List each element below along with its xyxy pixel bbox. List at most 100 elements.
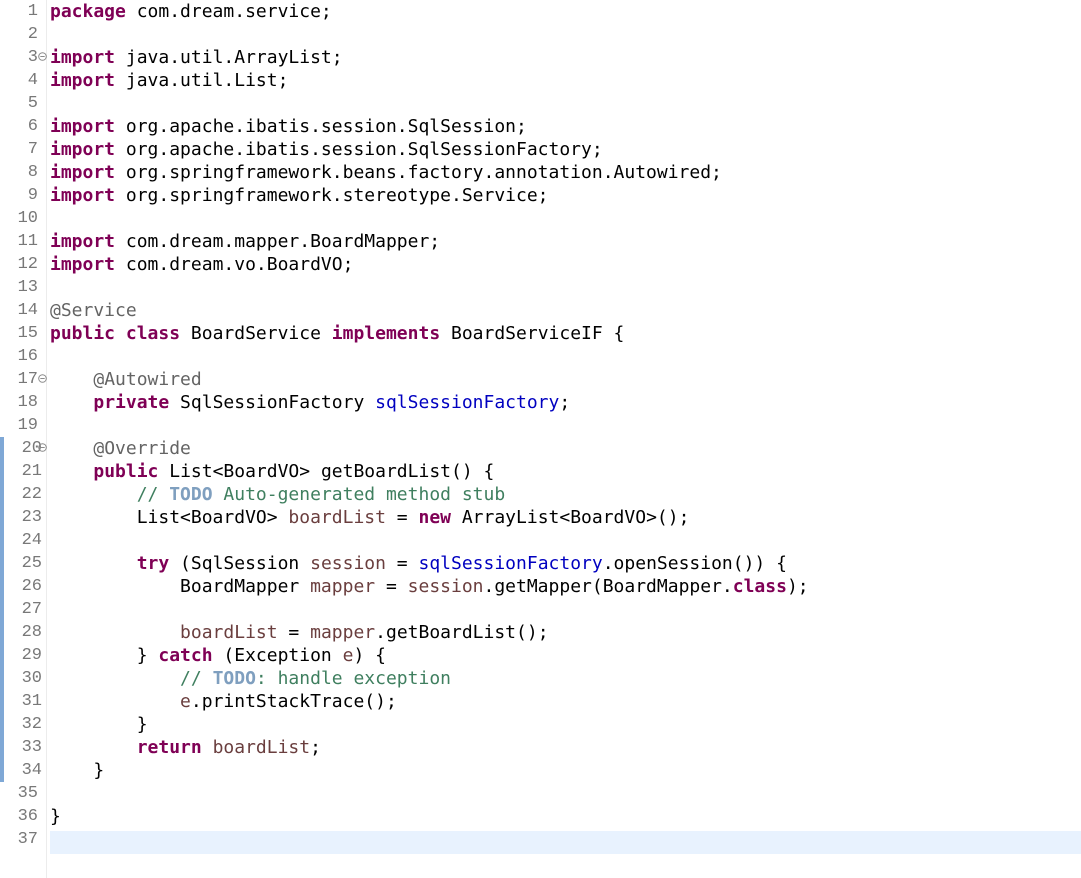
code-token: List<BoardVO>	[50, 507, 289, 528]
code-token: BoardMapper	[50, 576, 311, 597]
code-token: //	[180, 668, 213, 689]
code-token: import	[50, 162, 116, 183]
code-token: class	[732, 576, 787, 597]
code-line[interactable]: }	[50, 805, 1081, 828]
code-line[interactable]: return boardList;	[50, 736, 1081, 759]
code-line[interactable]	[50, 23, 1081, 46]
code-token: java.util.ArrayList;	[115, 47, 343, 68]
code-token: return	[136, 737, 202, 758]
code-line[interactable]: import org.apache.ibatis.session.SqlSess…	[50, 115, 1081, 138]
code-line[interactable]	[50, 207, 1081, 230]
line-number: 23	[0, 506, 42, 529]
code-text-area[interactable]: package com.dream.service; import java.ut…	[50, 0, 1081, 878]
code-line[interactable]	[50, 529, 1081, 552]
line-number: 28	[0, 621, 42, 644]
code-line[interactable]	[50, 782, 1081, 805]
code-line[interactable]: BoardMapper mapper = session.getMapper(B…	[50, 575, 1081, 598]
code-line[interactable]: import org.springframework.beans.factory…	[50, 161, 1081, 184]
code-line[interactable]: public class BoardService implements Boa…	[50, 322, 1081, 345]
code-token: import	[50, 231, 116, 252]
line-number: 10	[17, 209, 38, 228]
code-line[interactable]: import java.util.List;	[50, 69, 1081, 92]
line-number: 16	[17, 347, 38, 366]
code-line[interactable]	[50, 414, 1081, 437]
code-line[interactable]: import com.dream.mapper.BoardMapper;	[50, 230, 1081, 253]
code-line[interactable]	[50, 828, 1081, 851]
code-line[interactable]	[50, 598, 1081, 621]
line-number: 6	[27, 117, 38, 136]
code-line[interactable]: e.printStackTrace();	[50, 690, 1081, 713]
code-token: import	[50, 139, 116, 160]
code-token: boardList	[212, 737, 311, 758]
code-line[interactable]: import org.springframework.stereotype.Se…	[50, 184, 1081, 207]
collapse-minus-icon[interactable]	[38, 46, 48, 69]
code-line[interactable]	[50, 276, 1081, 299]
line-number: 32	[0, 713, 42, 736]
code-line[interactable]: @Service	[50, 299, 1081, 322]
code-token: TODO	[212, 668, 256, 689]
code-line[interactable]: } catch (Exception e) {	[50, 644, 1081, 667]
code-line[interactable]: private SqlSessionFactory sqlSessionFact…	[50, 391, 1081, 414]
code-line[interactable]: @Autowired	[50, 368, 1081, 391]
line-number: 3	[27, 48, 38, 67]
code-token: mapper	[310, 622, 376, 643]
code-token: }	[50, 645, 159, 666]
code-line[interactable]: List<BoardVO> boardList = new ArrayList<…	[50, 506, 1081, 529]
code-token: java.util.List;	[115, 70, 289, 91]
line-number: 22	[0, 483, 42, 506]
code-token: ) {	[353, 645, 386, 666]
line-number: 29	[0, 644, 42, 667]
code-token: org.apache.ibatis.session.SqlSession;	[115, 116, 527, 137]
code-line[interactable]	[50, 92, 1081, 115]
code-token: import	[50, 47, 116, 68]
code-token: ;	[310, 737, 321, 758]
code-line[interactable]: }	[50, 759, 1081, 782]
collapse-minus-icon[interactable]	[38, 437, 48, 460]
code-token: ;	[559, 392, 571, 413]
line-number: 31	[0, 690, 42, 713]
line-number: 19	[17, 416, 38, 435]
code-editor[interactable]: 1 2 3 4 5 6 7 8 9 10 11 12 13 14 15 16 17 18 19 20 21 22 23 24 2…	[0, 0, 1081, 878]
line-number: 12	[17, 255, 38, 274]
line-number: 4	[27, 71, 38, 90]
line-number-gutter[interactable]: 1 2 3 4 5 6 7 8 9 10 11 12 13 14 15 16 17 18 19 20 21 22 23 24 2…	[0, 0, 47, 878]
line-number: 33	[0, 736, 42, 759]
line-number: 20	[0, 437, 42, 460]
code-line[interactable]: try (SqlSession session = sqlSessionFact…	[50, 552, 1081, 575]
line-number: 30	[0, 667, 42, 690]
collapse-minus-icon[interactable]	[38, 368, 48, 391]
code-token: org.springframework.beans.factory.annota…	[115, 162, 722, 183]
code-token: sqlSessionFactory	[375, 392, 560, 413]
code-token: .openSession()) {	[602, 553, 787, 574]
code-token: catch	[158, 645, 213, 666]
code-token: =	[385, 507, 419, 528]
code-line[interactable]	[50, 345, 1081, 368]
code-token: org.apache.ibatis.session.SqlSessionFact…	[115, 139, 603, 160]
code-token: (SqlSession	[169, 553, 311, 574]
code-line[interactable]: // TODO: handle exception	[50, 667, 1081, 690]
code-line[interactable]: import org.apache.ibatis.session.SqlSess…	[50, 138, 1081, 161]
code-line[interactable]: import com.dream.vo.BoardVO;	[50, 253, 1081, 276]
code-line[interactable]: @Override	[50, 437, 1081, 460]
line-number: 17	[17, 370, 38, 389]
code-token: new	[418, 507, 451, 528]
code-line[interactable]: // TODO Auto-generated method stub	[50, 483, 1081, 506]
code-line[interactable]: import java.util.ArrayList;	[50, 46, 1081, 69]
code-line[interactable]: public List<BoardVO> getBoardList() {	[50, 460, 1081, 483]
code-token: com.dream.mapper.BoardMapper;	[115, 231, 441, 252]
code-line[interactable]: package com.dream.service;	[50, 0, 1081, 23]
code-line[interactable]: }	[50, 713, 1081, 736]
code-token: @Override	[93, 438, 191, 459]
code-token: package	[50, 1, 126, 22]
code-token: sqlSessionFactory	[418, 553, 603, 574]
code-token: .getBoardList();	[375, 622, 549, 643]
code-token: import	[50, 254, 116, 275]
line-number: 18	[17, 393, 38, 412]
code-line[interactable]: boardList = mapper.getBoardList();	[50, 621, 1081, 644]
